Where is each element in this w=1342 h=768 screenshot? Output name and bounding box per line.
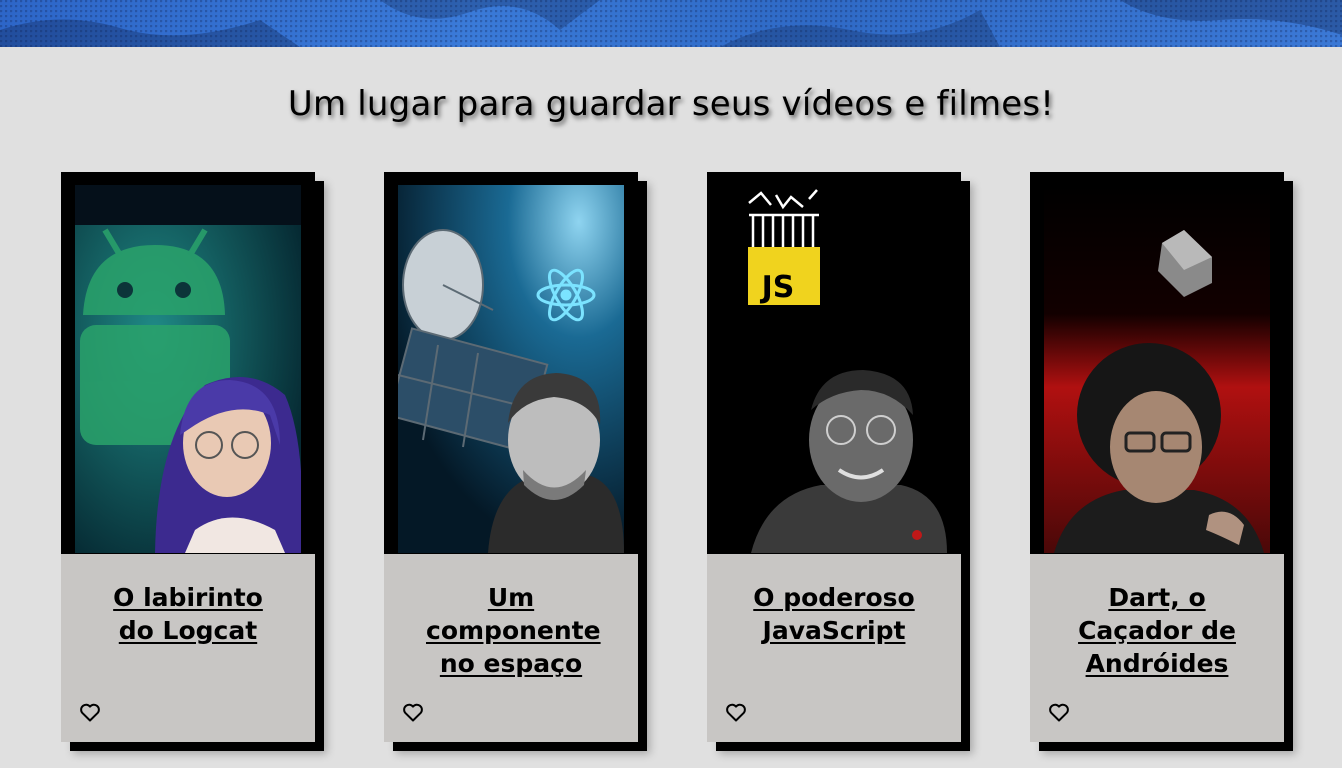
video-info: Um componente no espaço xyxy=(384,554,638,742)
video-title-link[interactable]: O poderoso JavaScript xyxy=(739,581,929,647)
video-thumbnail[interactable]: JS xyxy=(721,185,947,553)
heart-outline-icon[interactable] xyxy=(78,700,102,724)
video-card[interactable]: Um componente no espaço xyxy=(384,172,638,742)
video-card[interactable]: Dart, o Caçador de Andróides xyxy=(1030,172,1284,742)
heart-outline-icon[interactable] xyxy=(401,700,425,724)
video-thumbnail[interactable] xyxy=(75,185,301,553)
video-info: O labirinto do Logcat xyxy=(61,554,315,742)
video-info: Dart, o Caçador de Andróides xyxy=(1030,554,1284,742)
video-thumbnail[interactable] xyxy=(398,185,624,553)
heart-outline-icon[interactable] xyxy=(1047,700,1071,724)
video-card[interactable]: O labirinto do Logcat xyxy=(61,172,315,742)
banner-artwork xyxy=(0,0,1342,47)
svg-text:JS: JS xyxy=(760,270,795,305)
hero-banner xyxy=(0,0,1342,47)
video-thumbnail[interactable] xyxy=(1044,185,1270,553)
video-info: O poderoso JavaScript xyxy=(707,554,961,742)
video-title-link[interactable]: Um componente no espaço xyxy=(426,581,601,680)
page-headline: Um lugar para guardar seus vídeos e film… xyxy=(287,84,1055,124)
video-title-link[interactable]: O labirinto do Logcat xyxy=(93,581,283,647)
video-title-link[interactable]: Dart, o Caçador de Andróides xyxy=(1072,581,1242,680)
heart-outline-icon[interactable] xyxy=(724,700,748,724)
video-card[interactable]: JS O poderoso JavaScript xyxy=(707,172,961,742)
